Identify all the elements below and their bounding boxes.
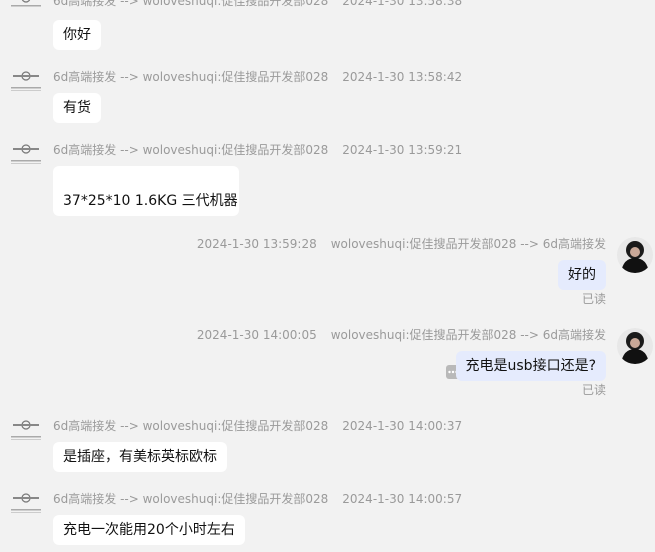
message-text: 好的 [568,267,596,283]
message-meta: 6d高端接发 --> woloveshuqi:促佳搜品开发部028 2024-1-… [53,0,462,9]
shop-logo-icon[interactable] [9,143,43,164]
read-status: 已读 [581,383,606,397]
sender-route: 6d高端接发 --> woloveshuqi:促佳搜品开发部028 [53,143,329,157]
sender-route: woloveshuqi:促佳搜品开发部028 --> 6d高端接发 [330,237,606,251]
timestamp: 2024-1-30 13:58:42 [342,70,463,84]
shop-logo-icon[interactable] [9,0,43,10]
timestamp: 2024-1-30 13:59:21 [342,143,463,157]
message-bubble[interactable]: 37*25*10 1.6KG 三代机器 [53,166,239,216]
message-text: 37*25*10 1.6KG 三代机器 [63,193,238,209]
message-text: 是插座，有美标英标欧标 [63,449,217,465]
timestamp: 2024-1-30 14:00:37 [342,419,463,433]
message-meta: 6d高端接发 --> woloveshuqi:促佳搜品开发部028 2024-1-… [53,141,462,158]
message-text: 充电是usb接口还是? [465,358,596,374]
message-bubble[interactable]: 你好 [53,20,101,50]
sender-route: 6d高端接发 --> woloveshuqi:促佳搜品开发部028 [53,70,329,84]
message-meta: 6d高端接发 --> woloveshuqi:促佳搜品开发部028 2024-1-… [53,68,462,85]
shop-logo-icon[interactable] [9,70,43,91]
message-text: 有货 [63,100,91,116]
sender-route: 6d高端接发 --> woloveshuqi:促佳搜品开发部028 [53,492,329,506]
message-bubble[interactable]: 有货 [53,93,101,123]
message-meta: 6d高端接发 --> woloveshuqi:促佳搜品开发部028 2024-1-… [53,490,462,507]
user-photo-icon[interactable] [617,328,653,364]
read-status: 已读 [581,292,606,306]
message-bubble[interactable]: 是插座，有美标英标欧标 [53,442,227,472]
message-bubble[interactable]: 好的 [558,260,606,290]
timestamp: 2024-1-30 14:00:05 [196,328,317,342]
message-bubble[interactable]: 充电是usb接口还是? [455,351,606,381]
shop-logo-icon[interactable] [9,419,43,440]
message-meta: 6d高端接发 --> woloveshuqi:促佳搜品开发部028 2024-1-… [53,417,462,434]
message-bubble[interactable]: 充电一次能用20个小时左右 [53,515,245,545]
message-meta: 2024-1-30 14:00:05 woloveshuqi:促佳搜品开发部028… [197,326,606,343]
chat-window: 6d高端接发 --> woloveshuqi:促佳搜品开发部028 2024-1-… [0,0,655,552]
message-meta: 2024-1-30 13:59:28 woloveshuqi:促佳搜品开发部028… [197,235,606,252]
message-text: 充电一次能用20个小时左右 [63,522,235,538]
message-text: 你好 [63,27,91,43]
sender-route: woloveshuqi:促佳搜品开发部028 --> 6d高端接发 [330,328,606,342]
sender-route: 6d高端接发 --> woloveshuqi:促佳搜品开发部028 [53,0,329,8]
shop-logo-icon[interactable] [9,492,43,513]
sender-route: 6d高端接发 --> woloveshuqi:促佳搜品开发部028 [53,419,329,433]
timestamp: 2024-1-30 13:59:28 [196,237,317,251]
timestamp: 2024-1-30 14:00:57 [342,492,463,506]
user-photo-icon[interactable] [617,237,653,273]
timestamp: 2024-1-30 13:58:38 [342,0,463,8]
